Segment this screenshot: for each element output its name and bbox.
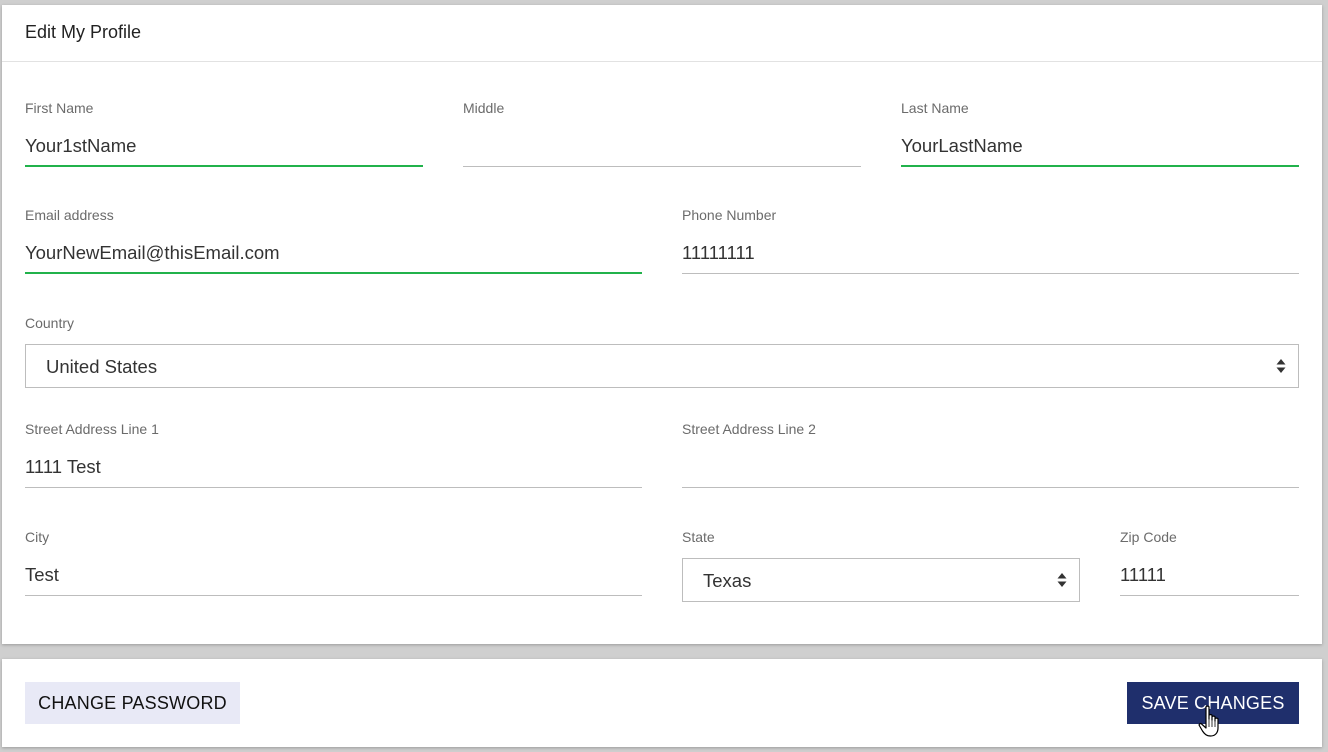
change-password-button[interactable]: CHANGE PASSWORD <box>25 682 240 724</box>
middle-name-group: Middle <box>463 100 861 180</box>
last-name-group: Last Name <box>901 100 1299 180</box>
first-name-label: First Name <box>25 100 94 116</box>
state-selected-value: Texas <box>703 570 752 591</box>
street-address-1-label: Street Address Line 1 <box>25 421 159 437</box>
zip-code-input[interactable] <box>1120 555 1299 596</box>
street-address-1-group: Street Address Line 1 <box>25 421 642 501</box>
street-address-2-input[interactable] <box>682 447 1299 488</box>
card-header: Edit My Profile <box>2 5 1322 62</box>
phone-label: Phone Number <box>682 207 777 223</box>
state-select[interactable]: Texas <box>682 558 1080 602</box>
city-label: City <box>25 529 50 545</box>
first-name-input[interactable] <box>25 126 423 167</box>
phone-group: Phone Number <box>682 207 1299 287</box>
email-label: Email address <box>25 207 114 223</box>
sort-arrows-icon <box>1276 359 1286 373</box>
middle-name-input[interactable] <box>463 126 861 167</box>
email-group: Email address <box>25 207 642 287</box>
page-title: Edit My Profile <box>25 22 142 42</box>
sort-arrows-icon <box>1057 573 1067 587</box>
country-select[interactable]: United States <box>25 344 1299 388</box>
middle-name-label: Middle <box>463 100 505 116</box>
last-name-input[interactable] <box>901 126 1299 167</box>
street-address-1-input[interactable] <box>25 447 642 488</box>
last-name-label: Last Name <box>901 100 969 116</box>
phone-input[interactable] <box>682 233 1299 274</box>
country-label: Country <box>25 315 75 331</box>
actions-card: CHANGE PASSWORD SAVE CHANGES <box>2 659 1322 747</box>
street-address-2-group: Street Address Line 2 <box>682 421 1299 501</box>
country-group: Country United States <box>25 315 1299 395</box>
city-group: City <box>25 529 642 609</box>
state-label: State <box>682 529 715 545</box>
street-address-2-label: Street Address Line 2 <box>682 421 816 437</box>
city-input[interactable] <box>25 555 642 596</box>
edit-profile-card: Edit My Profile First Name Middle Last N… <box>2 5 1322 644</box>
zip-code-group: Zip Code <box>1120 529 1299 609</box>
first-name-group: First Name <box>25 100 423 180</box>
country-selected-value: United States <box>46 356 158 377</box>
save-changes-button[interactable]: SAVE CHANGES <box>1127 682 1299 724</box>
email-field[interactable] <box>25 233 642 274</box>
zip-code-label: Zip Code <box>1120 529 1177 545</box>
state-group: State Texas <box>682 529 1080 609</box>
